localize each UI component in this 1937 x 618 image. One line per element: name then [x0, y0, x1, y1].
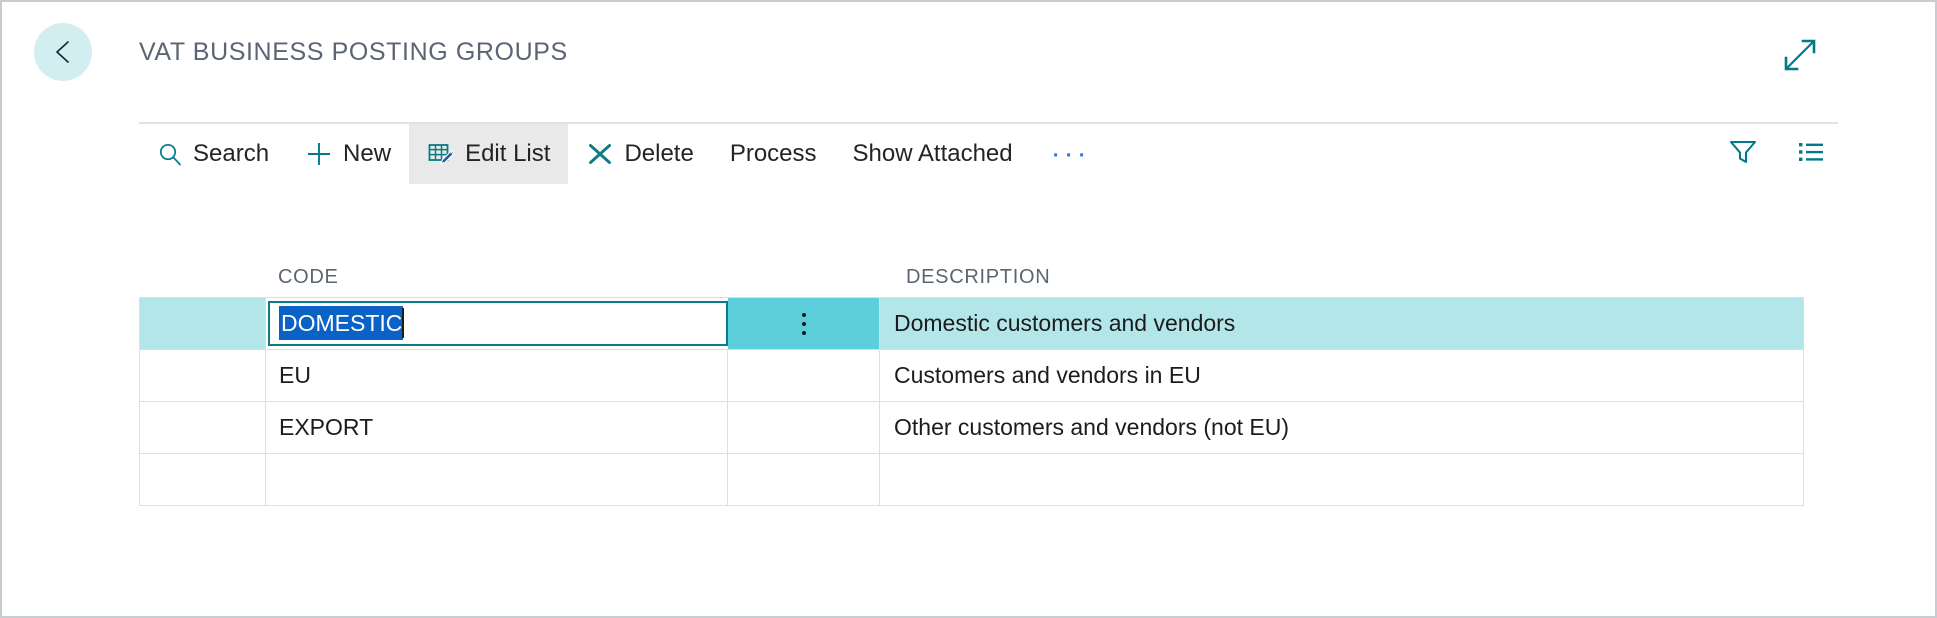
table-row[interactable]: EU Customers and vendors in EU — [139, 350, 1804, 402]
page-title: VAT BUSINESS POSTING GROUPS — [139, 38, 568, 66]
edit-list-icon — [427, 140, 456, 168]
cell-code[interactable]: EU — [266, 350, 728, 401]
search-icon — [157, 141, 183, 167]
cell-description[interactable] — [880, 454, 1804, 505]
data-grid: CODE DESCRIPTION DOMESTIC Domestic custo… — [139, 247, 1804, 506]
list-view-icon — [1795, 136, 1827, 173]
row-menu-cell[interactable] — [728, 454, 880, 505]
toolbar-label-process: Process — [729, 140, 817, 167]
cell-description[interactable]: Other customers and vendors (not EU) — [880, 402, 1804, 453]
back-arrow-icon — [46, 35, 80, 69]
cell-code[interactable]: DOMESTIC — [266, 298, 728, 349]
filter-button[interactable] — [1724, 135, 1762, 173]
toolbar-item-show-attached[interactable]: Show Attached — [835, 124, 1031, 184]
row-selector-cell[interactable] — [139, 298, 266, 349]
toolbar-right-group — [1724, 135, 1838, 173]
toolbar-item-delete[interactable]: Delete — [568, 124, 711, 184]
cell-description[interactable]: Domestic customers and vendors — [880, 298, 1804, 349]
toolbar-label-edit-list: Edit List — [465, 140, 551, 167]
text-caret — [402, 308, 405, 338]
filter-funnel-icon — [1727, 136, 1759, 173]
toolbar-overflow-button[interactable]: ··· — [1031, 124, 1110, 184]
row-selector-cell[interactable] — [139, 454, 266, 505]
toolbar-item-edit-list[interactable]: Edit List — [409, 124, 569, 184]
grid-header-row: CODE DESCRIPTION — [139, 247, 1804, 297]
toolbar-label-show-attached: Show Attached — [852, 140, 1013, 167]
toolbar-item-process[interactable]: Process — [712, 124, 835, 184]
row-menu-cell[interactable] — [728, 298, 880, 349]
cell-code[interactable] — [266, 454, 728, 505]
column-header-code[interactable]: CODE — [266, 266, 740, 297]
expand-button[interactable] — [1783, 38, 1817, 72]
back-button[interactable] — [34, 23, 92, 81]
row-menu-cell[interactable] — [728, 402, 880, 453]
toolbar-label-new: New — [343, 140, 392, 167]
table-row[interactable]: EXPORT Other customers and vendors (not … — [139, 402, 1804, 454]
code-input[interactable]: DOMESTIC — [268, 300, 728, 346]
table-row[interactable]: DOMESTIC Domestic customers and vendors — [139, 298, 1804, 350]
vertical-ellipsis-icon[interactable] — [801, 312, 806, 335]
toolbar-item-search[interactable]: Search — [139, 124, 287, 184]
command-bar: Search New Edit List Delete Process Show… — [139, 122, 1838, 186]
cell-description[interactable]: Customers and vendors in EU — [880, 350, 1804, 401]
toolbar-item-new[interactable]: New — [287, 124, 409, 184]
x-close-icon — [586, 140, 614, 168]
expand-diagonal-icon — [1783, 39, 1817, 76]
list-view-button[interactable] — [1792, 135, 1830, 173]
business-central-list-page: VAT BUSINESS POSTING GROUPS Search New E… — [0, 0, 1937, 618]
toolbar-label-delete: Delete — [624, 140, 694, 167]
table-row[interactable] — [139, 454, 1804, 506]
grid-body: DOMESTIC Domestic customers and vendors … — [139, 297, 1804, 506]
code-input-value: DOMESTIC — [279, 306, 404, 340]
cell-code[interactable]: EXPORT — [266, 402, 728, 453]
toolbar-label-search: Search — [193, 140, 270, 167]
row-menu-cell[interactable] — [728, 350, 880, 401]
row-selector-cell[interactable] — [139, 350, 266, 401]
plus-icon — [305, 140, 333, 168]
row-selector-cell[interactable] — [139, 402, 266, 453]
column-header-description[interactable]: DESCRIPTION — [892, 266, 1804, 297]
page-header: VAT BUSINESS POSTING GROUPS — [2, 2, 1935, 100]
